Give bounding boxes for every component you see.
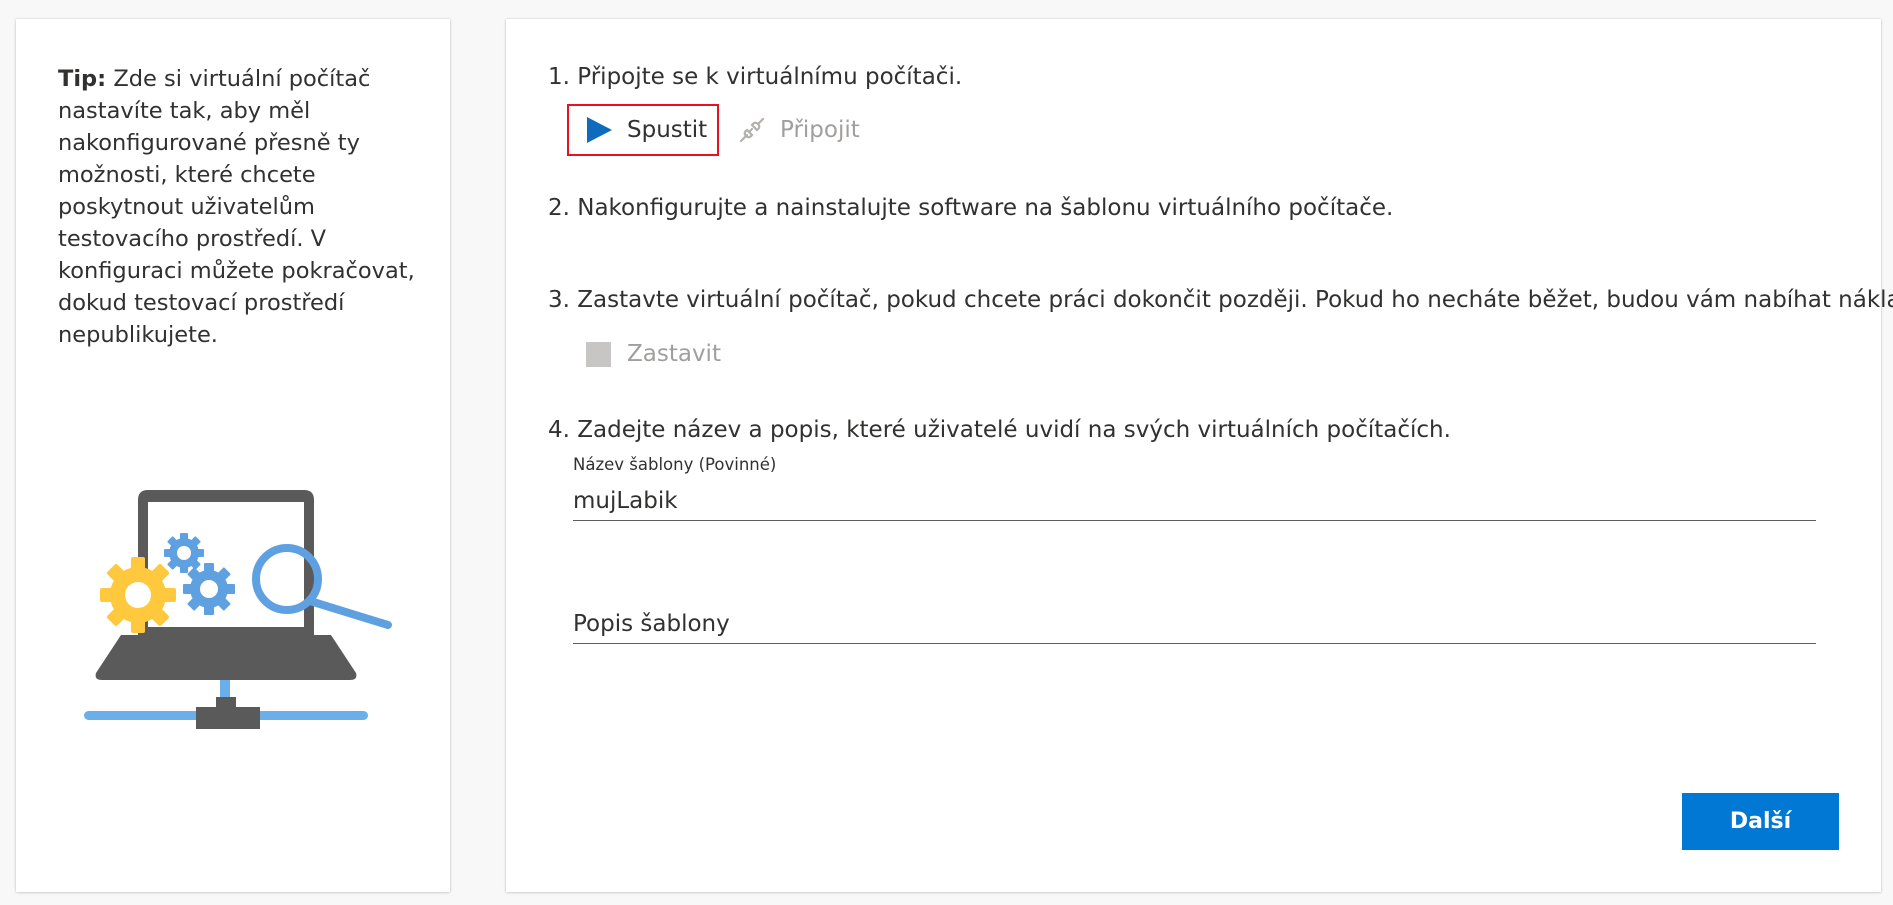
tip-label: Tip: — [58, 66, 107, 92]
step-name-text: 4. Zadejte název a popis, které uživatel… — [548, 417, 1451, 443]
plug-icon — [739, 117, 765, 143]
template-description-input[interactable] — [573, 604, 1816, 644]
stop-button-label: Zastavit — [627, 341, 721, 367]
connect-button[interactable]: Připojit — [738, 112, 860, 148]
step-stop-text: 3. Zastavte virtuální počítač, pokud chc… — [548, 287, 1893, 313]
stop-button[interactable]: Zastavit — [586, 336, 721, 372]
next-button[interactable]: Další — [1682, 793, 1839, 850]
play-icon — [587, 117, 612, 143]
template-name-input[interactable] — [573, 481, 1816, 521]
tip-panel: Tip: Zde si virtuální počítač nastavíte … — [16, 19, 450, 892]
setup-panel: 1. Připojte se k virtuálnímu počítači. S… — [506, 19, 1893, 892]
step-configure-text: 2. Nakonfigurujte a nainstalujte softwar… — [548, 195, 1394, 221]
laptop-illustration-icon — [84, 490, 392, 729]
tip-body: Zde si virtuální počítač nastavíte tak, … — [58, 66, 415, 348]
start-button-label: Spustit — [627, 117, 708, 143]
start-button[interactable]: Spustit — [567, 104, 719, 156]
step-connect-text: 1. Připojte se k virtuálnímu počítači. — [548, 64, 963, 90]
stop-square-icon — [586, 341, 611, 367]
connect-button-label: Připojit — [780, 117, 860, 143]
tip-text: Tip: Zde si virtuální počítač nastavíte … — [58, 63, 418, 351]
template-name-label: Název šablony (Povinné) — [573, 455, 777, 474]
